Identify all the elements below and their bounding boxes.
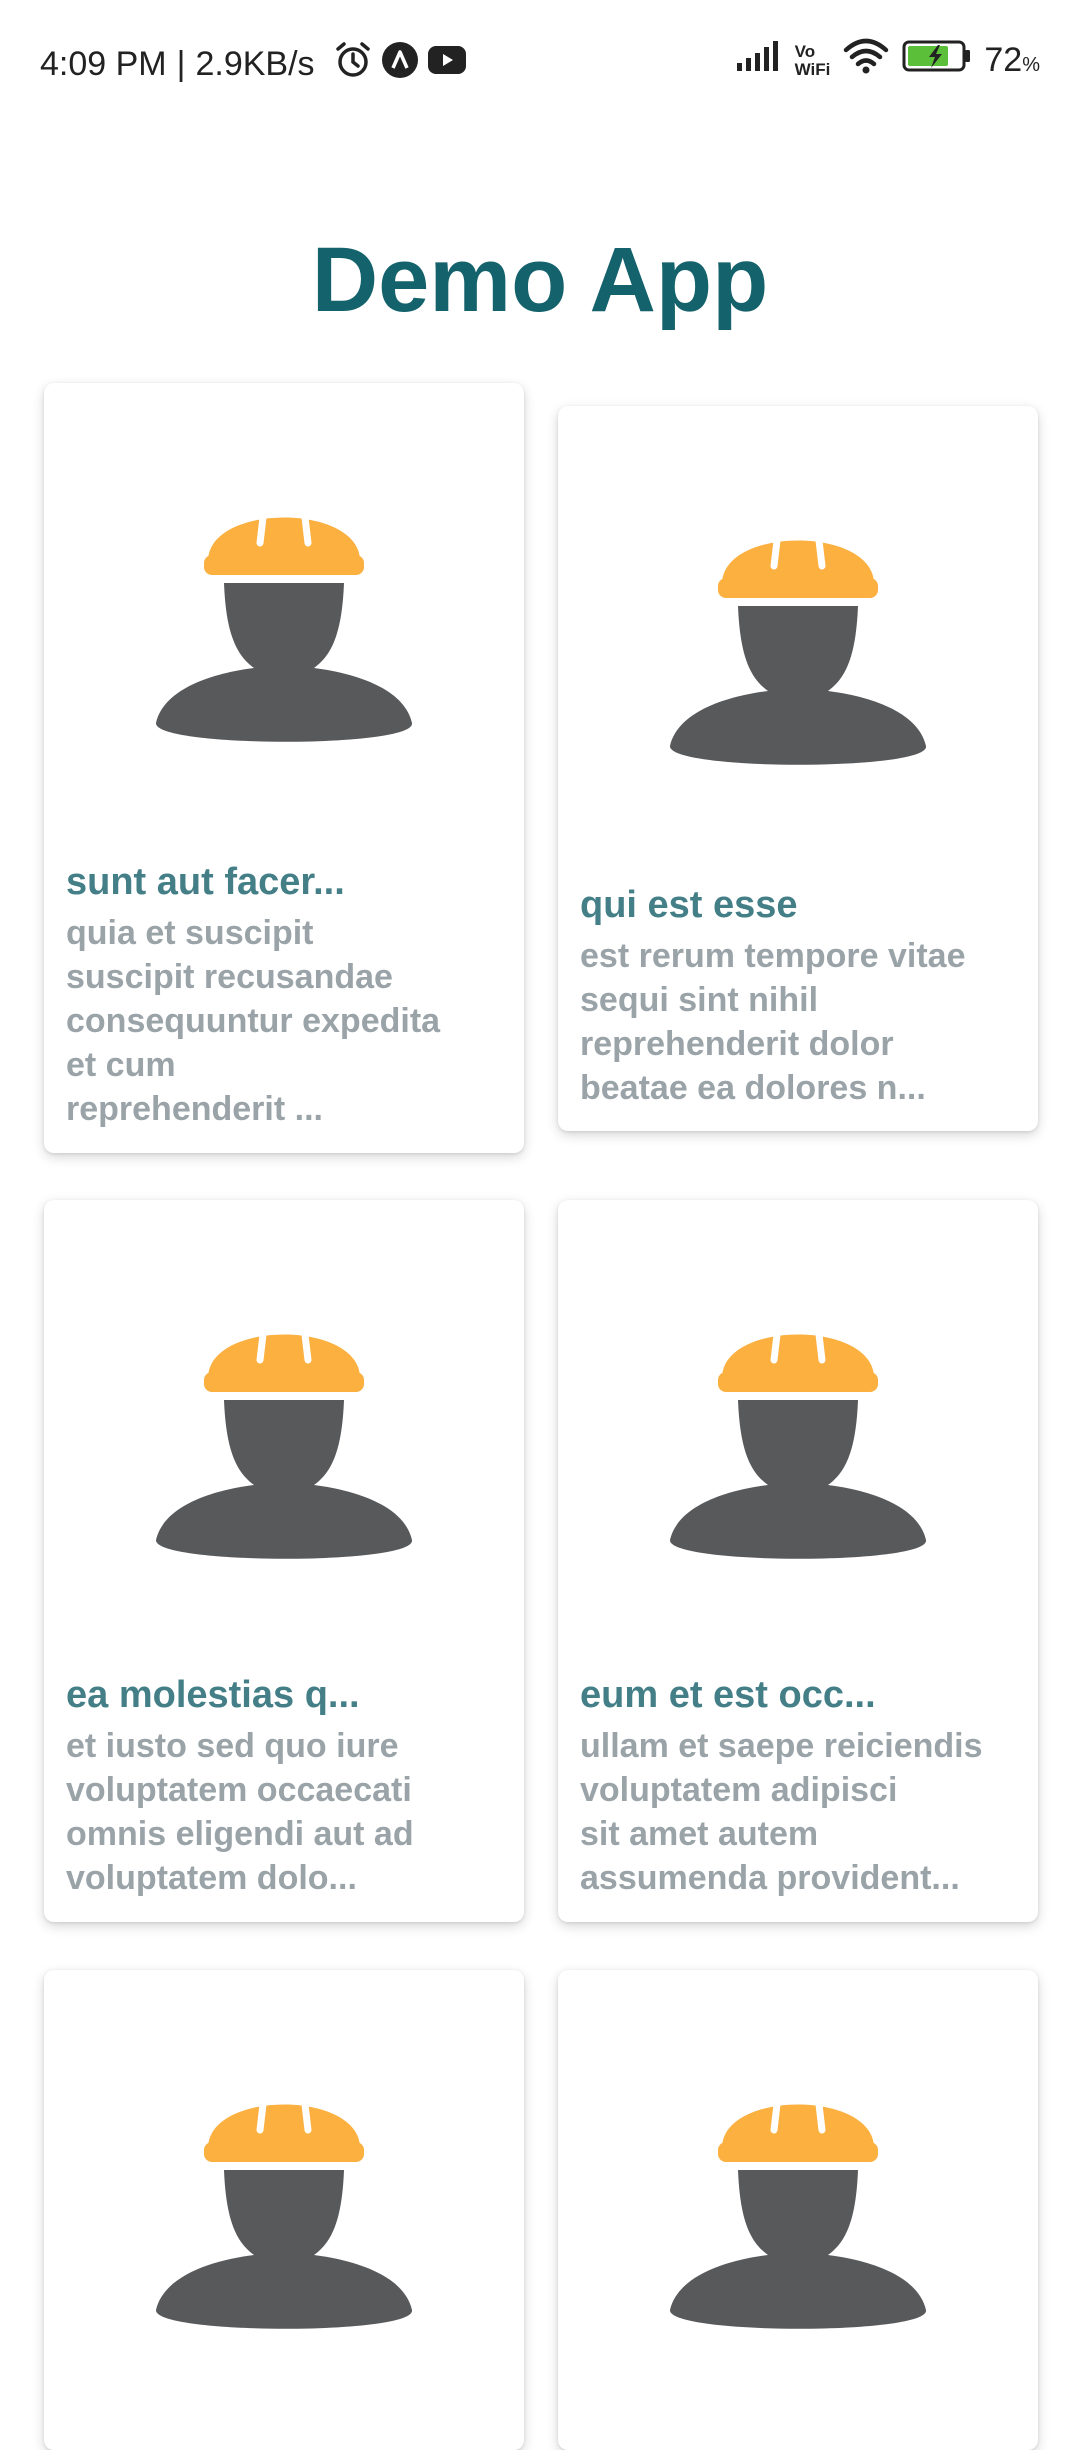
- vowifi-bottom: WiFi: [794, 59, 831, 79]
- construction-worker-icon: [154, 483, 414, 753]
- card-body: ullam et saepe reiciendis voluptatem adi…: [580, 1727, 983, 1897]
- app-notification-icon: [381, 41, 419, 88]
- vowifi-top: Vo: [794, 41, 816, 61]
- construction-worker-icon: [668, 506, 928, 776]
- status-network-speed: 2.9KB/s: [195, 45, 315, 83]
- status-time: 4:09 PM: [40, 45, 167, 83]
- battery-value: 72: [984, 41, 1023, 79]
- battery-charging-icon: [902, 39, 972, 82]
- vowifi-indicator: Vo WiFi: [794, 41, 831, 79]
- card-title: sunt aut facer...: [66, 861, 345, 903]
- card-title: eum et est occ...: [580, 1674, 876, 1716]
- status-separator: |: [176, 45, 186, 83]
- youtube-icon: [427, 44, 467, 85]
- signal-icon: [735, 39, 783, 82]
- post-card[interactable]: eum et est occ... ullam et saepe reicien…: [558, 1200, 1038, 1922]
- construction-worker-icon: [668, 1300, 928, 1570]
- card-body: et iusto sed quo iure voluptatem occaeca…: [66, 1727, 414, 1897]
- construction-worker-icon: [668, 2070, 928, 2340]
- card-title: qui est esse: [580, 884, 798, 926]
- post-card[interactable]: sunt aut facer... quia et suscipit susci…: [44, 383, 524, 1153]
- post-card[interactable]: [558, 1970, 1038, 2450]
- status-bar-right: Vo WiFi 72%: [723, 38, 1040, 83]
- battery-unit: %: [1022, 54, 1040, 76]
- status-bar-left: 4:09 PM | 2.9KB/s: [40, 40, 467, 89]
- status-bar: 4:09 PM | 2.9KB/s Vo WiFi 72%: [0, 0, 1080, 130]
- post-card[interactable]: ea molestias q... et iusto sed quo iure …: [44, 1200, 524, 1922]
- construction-worker-icon: [154, 1300, 414, 1570]
- post-card[interactable]: qui est esse est rerum tempore vitae seq…: [558, 406, 1038, 1131]
- wifi-icon: [842, 38, 890, 83]
- card-title: ea molestias q...: [66, 1674, 360, 1716]
- construction-worker-icon: [154, 2070, 414, 2340]
- page-title: Demo App: [311, 229, 769, 331]
- card-body: est rerum tempore vitae sequi sint nihil…: [580, 937, 966, 1107]
- alarm-icon: [333, 40, 373, 89]
- post-card[interactable]: [44, 1970, 524, 2450]
- card-body: quia et suscipit suscipit recusandae con…: [66, 914, 441, 1128]
- battery-percentage: 72%: [984, 41, 1040, 80]
